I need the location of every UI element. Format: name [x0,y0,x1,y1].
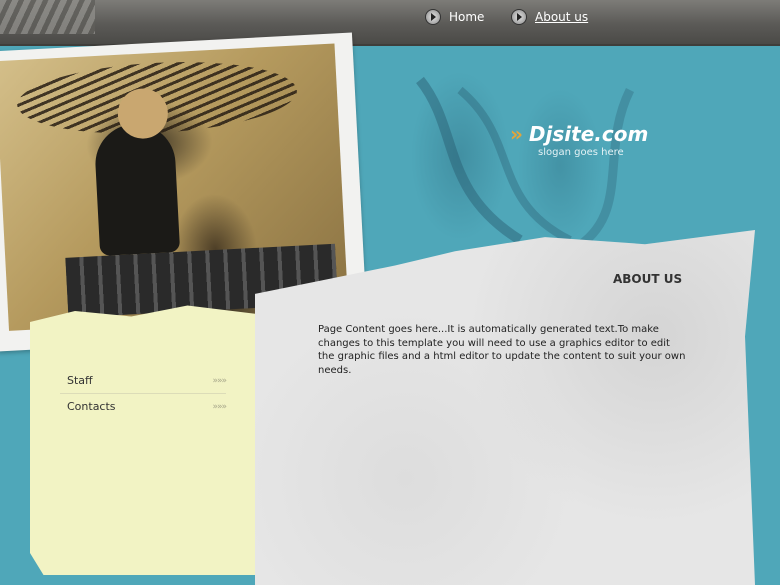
nav-about-label: About us [535,10,589,24]
sidebar-panel [30,305,255,575]
chevron-arrows-icon: » [510,122,523,146]
site-logo[interactable]: » Djsite.com [510,122,648,146]
chevron-arrows-icon: »»» [212,401,226,412]
nav-link-about-us[interactable]: About us [511,8,588,26]
chevron-arrows-icon: »»» [212,375,226,386]
sidebar-item-label: Contacts [67,400,116,413]
tribal-swirl-graphic [416,76,635,249]
slogan: slogan goes here [538,147,624,158]
top-navigation-bar: Home About us [0,0,780,46]
photo-figure [93,121,181,256]
sidebar-menu: Staff »»» Contacts »»» [60,368,227,419]
play-circle-icon [425,9,441,25]
sidebar-item-label: Staff [67,374,93,387]
page-content-text: Page Content goes here...It is automatic… [318,324,686,376]
logo-text: Djsite.com [528,122,649,146]
sidebar-item-staff[interactable]: Staff »»» [60,368,227,394]
decorative-stripes [0,0,95,34]
nav-home-label: Home [449,10,485,24]
page-title: ABOUT US [613,272,683,286]
sidebar-item-contacts[interactable]: Contacts »»» [60,394,227,419]
play-circle-icon [511,9,527,25]
nav-link-home[interactable]: Home [425,8,484,26]
